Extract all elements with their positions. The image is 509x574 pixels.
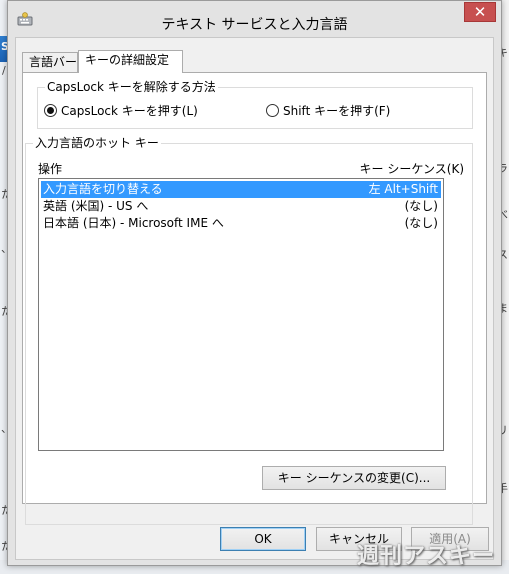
tab-advanced-key-settings[interactable]: キーの詳細設定 (78, 50, 183, 73)
list-item-action: 日本語 (日本) - Microsoft IME へ (43, 216, 224, 230)
list-item-action: 入力言語を切り替える (43, 182, 163, 196)
tab-panel-advanced-key-settings: CapsLock キーを解除する方法 CapsLock キーを押す(L) Shi… (22, 72, 487, 525)
radio-label: CapsLock キーを押す(L) (61, 104, 198, 118)
list-item-sequence: (なし) (404, 216, 438, 230)
hotkey-listbox[interactable]: 入力言語を切り替える 左 Alt+Shift 英語 (米国) - US へ (な… (38, 178, 444, 451)
tab-language-bar[interactable]: 言語バー (22, 52, 78, 72)
list-item-action: 英語 (米国) - US へ (43, 199, 149, 213)
column-header-sequence: キー シーケンス(K) (359, 162, 464, 176)
hotkey-groupbox: 入力言語のホット キー 操作 キー シーケンス(K) 入力言語を切り替える 左 … (25, 136, 473, 525)
capslock-option-capslock[interactable]: CapsLock キーを押す(L) (44, 102, 198, 119)
dialog-client-area: 言語バー キーの詳細設定 CapsLock キーを解除する方法 CapsLock… (15, 37, 494, 560)
watermark-logo: 週刊アスキー (356, 544, 495, 569)
radio-unchecked-icon[interactable] (266, 104, 279, 117)
column-header-action: 操作 (38, 162, 63, 176)
capslock-group-label: CapsLock キーを解除する方法 (45, 80, 218, 94)
radio-label: Shift キーを押す(F) (283, 104, 391, 118)
list-item[interactable]: 日本語 (日本) - Microsoft IME へ (なし) (41, 215, 441, 232)
title-bar[interactable]: テキスト サービスと入力言語 ✕ (8, 1, 501, 37)
capslock-option-shift[interactable]: Shift キーを押す(F) (266, 102, 390, 119)
list-item-sequence: (なし) (404, 199, 438, 213)
ok-button[interactable]: OK (220, 527, 306, 551)
change-key-sequence-button[interactable]: キー シーケンスの変更(C)... (262, 466, 446, 490)
text-services-dialog: テキスト サービスと入力言語 ✕ 言語バー キーの詳細設定 CapsLock キ… (7, 0, 502, 566)
list-item[interactable]: 入力言語を切り替える 左 Alt+Shift (41, 181, 441, 198)
background-text: / (2, 64, 6, 77)
close-icon: ✕ (473, 3, 487, 21)
hotkey-group-label: 入力言語のホット キー (33, 136, 161, 150)
list-item-sequence: 左 Alt+Shift (368, 182, 438, 196)
capslock-groupbox: CapsLock キーを解除する方法 CapsLock キーを押す(L) Shi… (37, 80, 473, 129)
list-item[interactable]: 英語 (米国) - US へ (なし) (41, 198, 441, 215)
close-button[interactable]: ✕ (464, 2, 496, 22)
radio-checked-icon[interactable] (44, 104, 57, 117)
window-title: テキスト サービスと入力言語 (161, 17, 348, 33)
